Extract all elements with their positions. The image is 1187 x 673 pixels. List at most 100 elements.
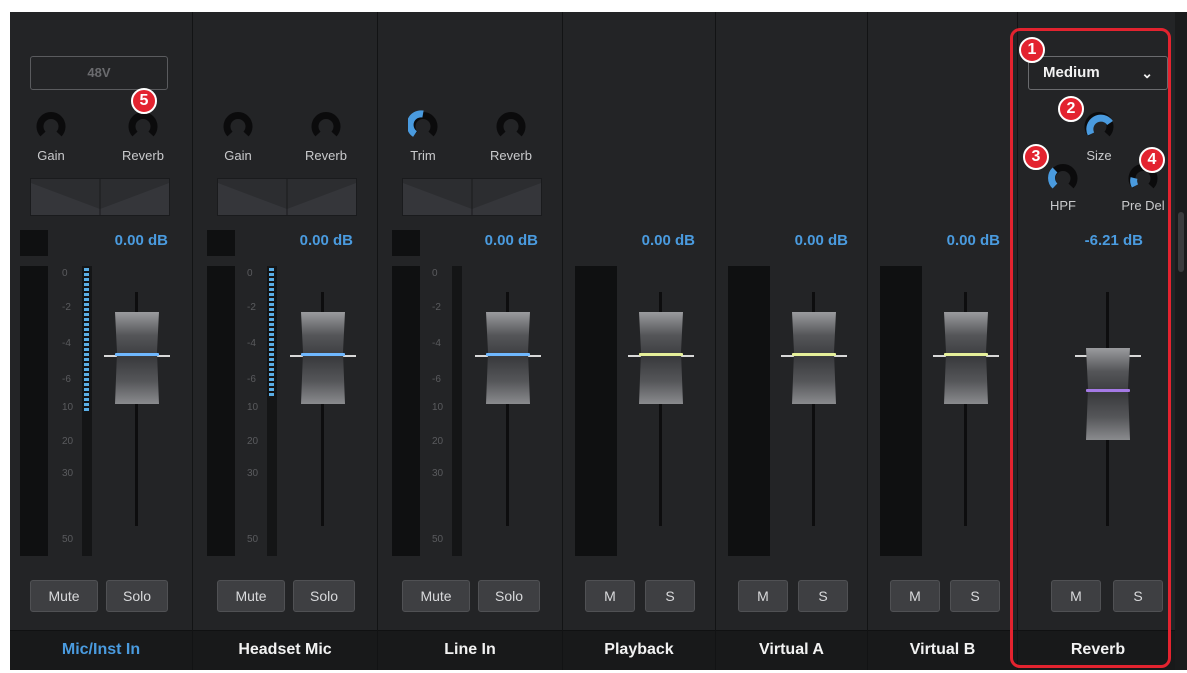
mute-button[interactable]: Mute — [217, 580, 285, 612]
meter-tick: 30 — [432, 468, 444, 479]
fader-db-readout: 0.00 dB — [484, 232, 538, 249]
reverb-hpf-label: HPF — [1050, 198, 1076, 213]
volume-fader-handle[interactable] — [113, 312, 161, 404]
clip-indicator — [392, 230, 420, 256]
meter-tick: 50 — [62, 534, 74, 545]
scrollbar-thumb[interactable] — [1178, 212, 1184, 272]
fader-position-line — [486, 353, 530, 356]
channel-strip-headset-mic: Gain Reverb 0.00 dB 0 -2 -4 -6 10 20 30 … — [192, 12, 377, 670]
trim-knob[interactable] — [408, 110, 438, 140]
volume-fader-handle[interactable] — [484, 312, 532, 404]
gain-knob-label: Gain — [224, 148, 252, 163]
meter-tick: -6 — [247, 374, 256, 385]
solo-button[interactable]: S — [950, 580, 1000, 612]
mute-button[interactable]: M — [890, 580, 940, 612]
mute-button[interactable]: M — [585, 580, 635, 612]
meter-tick: -2 — [62, 302, 71, 313]
meter-tick: 10 — [432, 402, 444, 413]
mute-button[interactable]: M — [1051, 580, 1101, 612]
volume-fader-handle[interactable] — [299, 312, 347, 404]
callout-marker-2: 2 — [1058, 96, 1084, 122]
gain-knob-label: Gain — [37, 148, 65, 163]
reverb-send-knob[interactable] — [496, 110, 526, 140]
pan-control[interactable] — [402, 178, 542, 216]
reverb-size-label: Size — [1086, 148, 1112, 163]
meter-tick: 20 — [62, 436, 74, 447]
solo-button[interactable]: Solo — [293, 580, 355, 612]
fader-position-line — [792, 353, 836, 356]
meter-tick: -6 — [432, 374, 441, 385]
scrollbar[interactable] — [1175, 12, 1187, 670]
level-meter — [392, 266, 420, 556]
volume-fader-handle[interactable] — [942, 312, 990, 404]
channel-strip-reverb: Medium ⌄ Size HPF Pre Del -6.21 dB M S R… — [1017, 12, 1178, 670]
fader-db-readout: 0.00 dB — [114, 232, 168, 249]
channel-name-bar: Virtual B — [868, 630, 1017, 670]
channel-strip-virtual-a: 0.00 dB M S Virtual A — [715, 12, 867, 670]
pan-control[interactable] — [30, 178, 170, 216]
volume-fader-handle[interactable] — [1084, 348, 1132, 440]
gain-knob[interactable] — [223, 110, 253, 140]
solo-button[interactable]: S — [798, 580, 848, 612]
callout-marker-1: 1 — [1019, 37, 1045, 63]
level-meter — [207, 266, 235, 556]
mute-button[interactable]: Mute — [402, 580, 470, 612]
level-meter-right — [452, 266, 462, 556]
reverb-hpf-knob[interactable] — [1048, 162, 1078, 192]
mute-button[interactable]: Mute — [30, 580, 98, 612]
solo-button[interactable]: S — [1113, 580, 1163, 612]
channel-name: Mic/Inst In — [61, 641, 141, 658]
meter-scale: 0 -2 -4 -6 10 20 30 50 — [432, 268, 452, 548]
meter-tick: -4 — [432, 338, 441, 349]
channel-strip-line-in: Trim Reverb 0.00 dB 0 -2 -4 -6 10 20 30 … — [377, 12, 562, 670]
fader-db-readout: 0.00 dB — [299, 232, 353, 249]
fader-db-readout: -6.21 dB — [1084, 232, 1143, 249]
channel-name-bar: Mic/Inst In — [10, 630, 192, 670]
channel-name: Virtual B — [909, 641, 976, 658]
meter-tick: 20 — [432, 436, 444, 447]
volume-fader-handle[interactable] — [790, 312, 838, 404]
solo-button[interactable]: Solo — [478, 580, 540, 612]
fader-db-readout: 0.00 dB — [794, 232, 848, 249]
solo-button[interactable]: S — [645, 580, 695, 612]
meter-scale: 0 -2 -4 -6 10 20 30 50 — [247, 268, 267, 548]
phantom-power-button[interactable]: 48V — [30, 56, 168, 90]
channel-name-bar: Line In — [378, 630, 562, 670]
reverb-preset-dropdown[interactable]: Medium ⌄ — [1028, 56, 1168, 90]
level-meter — [880, 266, 922, 556]
meter-signal — [269, 268, 274, 398]
meter-signal — [84, 268, 89, 413]
volume-fader-handle[interactable] — [637, 312, 685, 404]
callout-marker-5: 5 — [131, 88, 157, 114]
meter-tick: 30 — [62, 468, 74, 479]
fader-position-line — [639, 353, 683, 356]
reverb-predelay-label: Pre Del — [1121, 198, 1165, 213]
reverb-send-knob[interactable] — [128, 110, 158, 140]
meter-tick: 50 — [432, 534, 444, 545]
gain-knob[interactable] — [36, 110, 66, 140]
meter-tick: 20 — [247, 436, 259, 447]
channel-name: Headset Mic — [238, 641, 332, 658]
meter-tick: 10 — [62, 402, 74, 413]
meter-tick: 0 — [432, 268, 438, 279]
channel-name-bar: Headset Mic — [193, 630, 377, 670]
level-meter — [728, 266, 770, 556]
reverb-size-knob[interactable] — [1084, 110, 1114, 140]
meter-tick: -2 — [432, 302, 441, 313]
pan-control[interactable] — [217, 178, 357, 216]
meter-tick: 50 — [247, 534, 259, 545]
reverb-send-knob[interactable] — [311, 110, 341, 140]
meter-tick: -6 — [62, 374, 71, 385]
channel-strip-virtual-b: 0.00 dB M S Virtual B — [867, 12, 1017, 670]
fader-position-line — [944, 353, 988, 356]
channel-strip-playback: 0.00 dB M S Playback — [562, 12, 715, 670]
channel-name-bar: Reverb — [1018, 630, 1178, 670]
chevron-down-icon: ⌄ — [1141, 65, 1153, 81]
meter-tick: 0 — [247, 268, 253, 279]
fader-position-line — [301, 353, 345, 356]
mute-button[interactable]: M — [738, 580, 788, 612]
meter-scale: 0 -2 -4 -6 10 20 30 50 — [62, 268, 82, 548]
meter-tick: 0 — [62, 268, 68, 279]
solo-button[interactable]: Solo — [106, 580, 168, 612]
reverb-preset-value: Medium — [1043, 64, 1100, 81]
